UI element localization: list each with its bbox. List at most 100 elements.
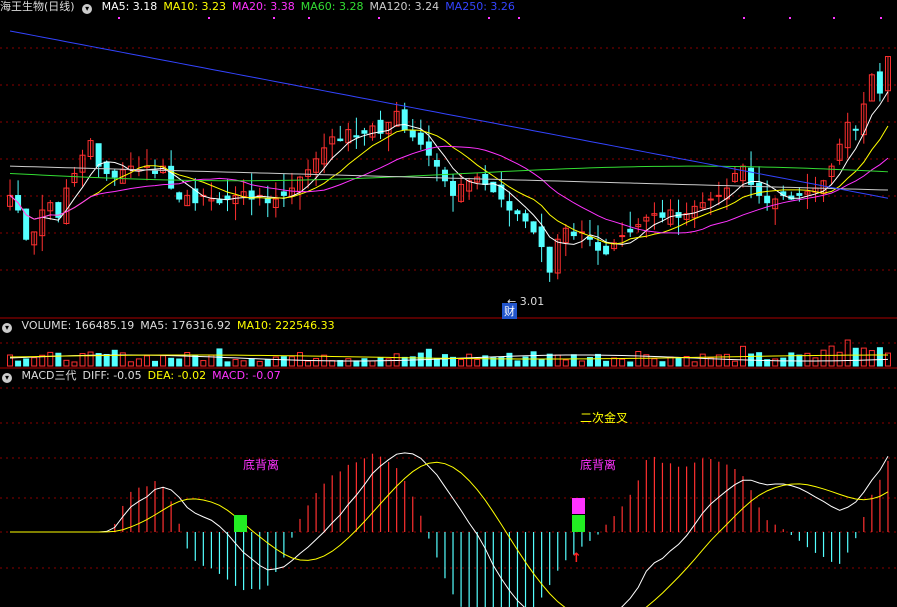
candle-body (409, 130, 416, 138)
volume-bar (836, 351, 843, 367)
volume-bar (876, 347, 883, 367)
kline-chart[interactable] (0, 0, 897, 607)
volume-bar (675, 357, 682, 367)
low-price-value: 3.01 (519, 295, 545, 308)
second-golden-cross-label: 二次金叉 (580, 411, 629, 425)
volume-bar (296, 352, 303, 367)
candle-body (876, 71, 883, 94)
volume-bar (619, 358, 626, 367)
volume-bar (441, 354, 448, 367)
volume-bar (699, 353, 706, 367)
candle-body (224, 195, 231, 200)
volume-bar (111, 349, 118, 367)
signal-dot (273, 17, 275, 19)
financial-event-badge[interactable]: 财 (502, 303, 517, 319)
volume-bar (570, 354, 577, 367)
volume-bar (47, 351, 54, 367)
volume-bar (812, 357, 819, 367)
bottom-divergence-label-2: 底背离 (580, 458, 617, 472)
candle-body (216, 199, 223, 204)
volume-bar (820, 349, 827, 367)
candle-body (152, 170, 159, 174)
candle-body (95, 143, 102, 167)
volume-bar (844, 339, 851, 367)
signal-dot (518, 17, 520, 19)
candle-body (280, 191, 287, 196)
volume-bar (611, 357, 618, 367)
volume-bar (667, 356, 674, 367)
volume-bar (603, 360, 610, 367)
volume-bar (135, 358, 142, 367)
volume-bar (313, 357, 320, 367)
volume-bar (256, 360, 263, 367)
candle-body (522, 213, 529, 222)
signal-dot (208, 17, 210, 19)
volume-bar (723, 353, 730, 367)
volume-bar (345, 358, 352, 367)
volume-bar (280, 356, 287, 367)
candle-body (659, 212, 666, 218)
volume-bar (659, 361, 666, 367)
signal-block-magenta (572, 498, 585, 514)
candle-body (337, 138, 344, 142)
volume-bar (288, 356, 295, 367)
volume-bar (538, 359, 545, 367)
volume-bar (860, 347, 867, 367)
candle-body (441, 169, 448, 182)
volume-bar (248, 358, 255, 367)
volume-bar (361, 358, 368, 367)
signal-block-green (234, 515, 247, 532)
volume-bar (23, 358, 30, 367)
signal-dot (880, 17, 882, 19)
volume-bar (71, 361, 78, 367)
volume-bar (31, 357, 38, 367)
candle-body (361, 130, 368, 134)
volume-bar (546, 353, 553, 367)
candle-body (627, 228, 634, 233)
ma250-line (9, 30, 889, 199)
volume-bar (143, 355, 150, 367)
signal-dot (488, 17, 490, 19)
volume-bar (562, 359, 569, 367)
candle-body (756, 182, 763, 196)
candle-body (111, 170, 118, 178)
volume-bar (272, 356, 279, 367)
volume-bar (554, 354, 561, 367)
candle-body (707, 198, 714, 201)
candle-body (764, 195, 771, 204)
candle-body (514, 210, 521, 215)
candle-body (401, 109, 408, 131)
volume-bar (232, 359, 239, 367)
volume-bar (152, 360, 159, 367)
bottom-divergence-label-1: 底背离 (243, 458, 280, 472)
volume-bar (788, 352, 795, 367)
volume-bar (87, 351, 94, 367)
candle-body (176, 192, 183, 200)
volume-bar (828, 345, 835, 367)
volume-bar (168, 357, 175, 367)
volume-bar (63, 359, 70, 367)
ma120-line (10, 165, 888, 191)
signal-dot (743, 17, 745, 19)
candle-body (796, 193, 803, 196)
volume-bar (369, 360, 376, 367)
candle-body (103, 161, 110, 174)
candle-body (546, 246, 553, 273)
volume-bar (200, 360, 207, 367)
volume-bar (651, 358, 658, 367)
volume-bar (264, 358, 271, 367)
volume-bar (731, 360, 738, 367)
signal-dot (789, 17, 791, 19)
volume-bar (780, 357, 787, 367)
candle-body (450, 180, 457, 196)
candle-body (619, 235, 626, 238)
candle-body (595, 242, 602, 251)
signal-dot (833, 17, 835, 19)
candle-body (570, 231, 577, 237)
volume-bar (55, 352, 62, 367)
candle-body (538, 226, 545, 248)
volume-bar (578, 360, 585, 367)
volume-bar (353, 360, 360, 367)
volume-bar (15, 360, 22, 367)
volume-bar (377, 357, 384, 367)
